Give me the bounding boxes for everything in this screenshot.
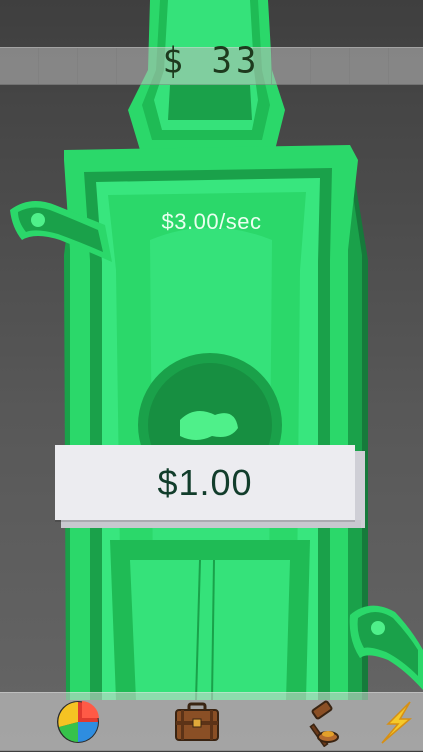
income-rate: $3.00/sec — [161, 209, 262, 234]
auction-button[interactable] — [295, 697, 345, 748]
stats-button[interactable] — [53, 697, 103, 747]
money-scene — [10, 0, 423, 701]
pie-chart-icon — [57, 701, 99, 743]
lightning-icon — [381, 701, 413, 744]
briefcase-icon — [175, 702, 219, 741]
total-money-value: $ 33 — [162, 40, 261, 82]
click-panel-shadow-side — [355, 451, 365, 528]
gavel-icon — [309, 700, 339, 748]
boost-button[interactable] — [372, 697, 422, 747]
click-panel-shadow-bottom — [61, 520, 361, 528]
business-button[interactable] — [172, 697, 222, 747]
click-value: $1.00 — [157, 462, 253, 503]
